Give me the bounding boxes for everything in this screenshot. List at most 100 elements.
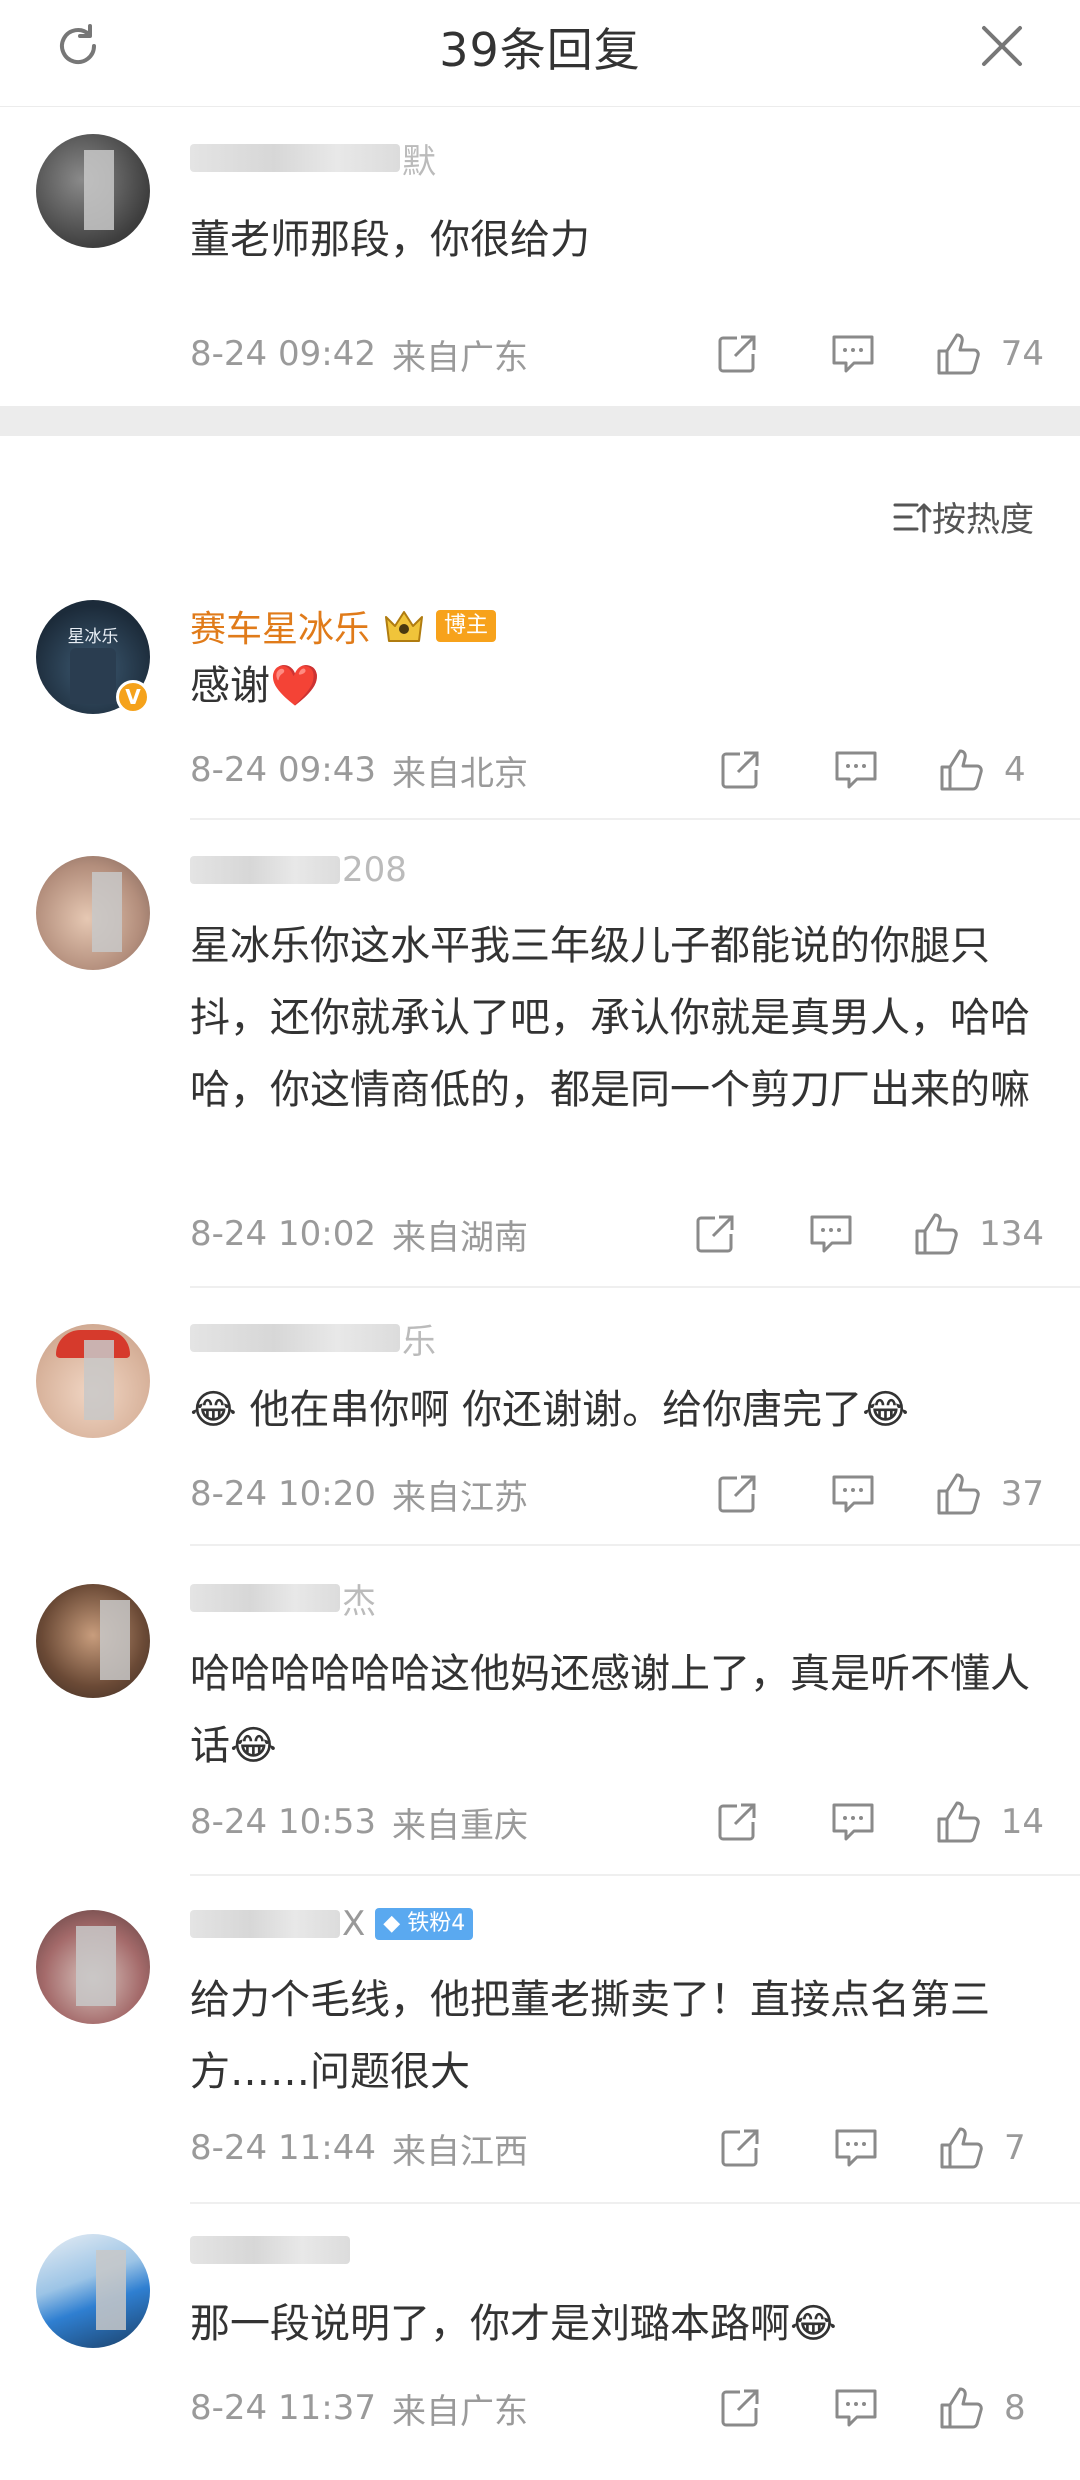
reply-icon (835, 2389, 877, 2427)
like-icon (937, 333, 980, 375)
comment-item: 208 星冰乐你这水平我三年级儿子都能说的你腿只抖，还你就承认了吧，承认你就是真… (0, 820, 1080, 1288)
like-button[interactable] (934, 2380, 990, 2436)
share-icon (718, 1475, 756, 1513)
username[interactable]: 208 (190, 848, 407, 892)
like-icon (940, 2387, 983, 2429)
sort-label: 按热度 (932, 500, 1034, 540)
avatar-label: 星冰乐 (67, 627, 119, 647)
reply-button[interactable] (825, 1794, 881, 1850)
comment-meta: 8-24 10:20 来自江苏 37 (190, 1464, 1044, 1524)
comment-item: 杰 哈哈哈哈哈哈这他妈还感谢上了，真是听不懂人话😂 8-24 10:53 来自重… (0, 1546, 1080, 1876)
comment-text: 董老师那段，你很给力 (190, 217, 590, 263)
close-button[interactable] (970, 14, 1034, 78)
like-icon (915, 1213, 958, 1255)
comment-location: 来自北京 (391, 753, 528, 794)
avatar[interactable] (36, 1324, 150, 1438)
username[interactable]: 乐 (190, 1316, 436, 1362)
share-button[interactable] (712, 2120, 768, 2176)
like-button[interactable] (931, 1794, 987, 1850)
comment-time: 8-24 09:42 (190, 334, 376, 374)
like-count: 74 (1000, 334, 1044, 374)
username[interactable] (190, 2228, 352, 2272)
like-count: 7 (1004, 2128, 1026, 2168)
comment-location: 来自江西 (391, 2131, 528, 2172)
share-button[interactable] (687, 1206, 743, 1262)
share-icon (721, 2389, 759, 2427)
verified-badge: V (116, 680, 150, 714)
like-icon (940, 2127, 983, 2169)
comment-location: 来自广东 (391, 337, 528, 378)
share-button[interactable] (712, 742, 768, 798)
share-button[interactable] (709, 326, 765, 382)
comment-location: 来自广东 (391, 2391, 528, 2432)
avatar[interactable] (36, 134, 150, 248)
reply-icon (832, 335, 874, 373)
share-icon (721, 2129, 759, 2167)
username[interactable]: 默 (190, 136, 436, 182)
header: 39条回复 (0, 0, 1080, 107)
diamond-icon: ◆ (383, 1911, 401, 1936)
sort-icon (893, 503, 932, 532)
comment-text: 感谢❤️ (190, 663, 320, 709)
like-button[interactable] (909, 1206, 965, 1262)
comment-text: 星冰乐你这水平我三年级儿子都能说的你腿只抖，还你就承认了吧，承认你就是真男人，哈… (190, 923, 1030, 1113)
avatar[interactable] (36, 2234, 150, 2348)
reply-icon (835, 2129, 877, 2167)
laugh-emoji: 😂 (190, 1387, 250, 1433)
comment-item: 星冰乐 V 赛车星冰乐 博主 感谢❤️ 8-24 09:43 来自北京 4 (0, 586, 1080, 820)
comment-location: 来自重庆 (391, 1805, 528, 1846)
share-button[interactable] (709, 1794, 765, 1850)
page-title: 39条回复 (439, 23, 641, 77)
close-icon (982, 26, 1022, 66)
comment-time: 8-24 10:20 (190, 1474, 376, 1514)
like-count: 14 (1000, 1802, 1044, 1842)
reply-icon (832, 1475, 874, 1513)
comment-meta: 8-24 10:02 来自湖南 134 (190, 1204, 1044, 1264)
username[interactable]: X ◆ 铁粉4 (190, 1902, 474, 1946)
share-icon (718, 1803, 756, 1841)
comment-item: 乐 😂 他在串你啊 你还谢谢。给你唐完了😂 8-24 10:20 来自江苏 37 (0, 1288, 1080, 1546)
share-icon (696, 1215, 734, 1253)
reply-icon (810, 1215, 852, 1253)
username-tail: 默 (402, 141, 436, 182)
comment-meta: 8-24 11:44 来自江西 7 (190, 2118, 1044, 2178)
fan-badge: ◆ 铁粉4 (375, 1908, 474, 1940)
reply-icon (832, 1803, 874, 1841)
avatar[interactable] (36, 856, 150, 970)
reply-button[interactable] (803, 1206, 859, 1262)
comment-meta: 8-24 09:42 来自广东 74 (190, 324, 1044, 384)
like-count: 8 (1004, 2388, 1026, 2428)
reply-icon (835, 751, 877, 789)
sort-toggle[interactable]: 按热度 (892, 492, 1034, 541)
avatar[interactable] (36, 1584, 150, 1698)
share-button[interactable] (709, 1466, 765, 1522)
avatar[interactable] (36, 1910, 150, 2024)
like-icon (940, 749, 983, 791)
comment-meta: 8-24 11:37 来自广东 8 (190, 2378, 1044, 2438)
username[interactable]: 杰 (190, 1576, 376, 1622)
like-button[interactable] (931, 1466, 987, 1522)
comment-meta: 8-24 10:53 来自重庆 14 (190, 1792, 1044, 1852)
blogger-tag: 博主 (436, 610, 497, 642)
like-button[interactable] (934, 742, 990, 798)
reply-button[interactable] (828, 2380, 884, 2436)
comment-location: 来自江苏 (391, 1477, 528, 1518)
reply-button[interactable] (828, 2120, 884, 2176)
parent-comment: 默 董老师那段，你很给力 8-24 09:42 来自广东 74 (0, 106, 1080, 406)
like-count: 134 (979, 1214, 1044, 1254)
username[interactable]: 赛车星冰乐 博主 (190, 604, 497, 650)
reply-button[interactable] (825, 1466, 881, 1522)
comment-meta: 8-24 09:43 来自北京 4 (190, 740, 1044, 800)
reply-button[interactable] (825, 326, 881, 382)
like-button[interactable] (931, 326, 987, 382)
like-button[interactable] (934, 2120, 990, 2176)
crown-icon (382, 607, 426, 645)
reply-button[interactable] (828, 742, 884, 798)
comment-text: 😂 他在串你啊 你还谢谢。给你唐完了😂 (190, 1387, 909, 1433)
share-icon (718, 335, 756, 373)
share-button[interactable] (712, 2380, 768, 2436)
comment-item: X ◆ 铁粉4 给力个毛线，他把董老撕卖了！直接点名第三方……问题很大 8-24… (0, 1876, 1080, 2204)
comment-time: 8-24 11:44 (190, 2128, 376, 2168)
like-count: 4 (1004, 750, 1026, 790)
comment-text: 哈哈哈哈哈哈这他妈还感谢上了，真是听不懂人话😂 (190, 1651, 1030, 1769)
